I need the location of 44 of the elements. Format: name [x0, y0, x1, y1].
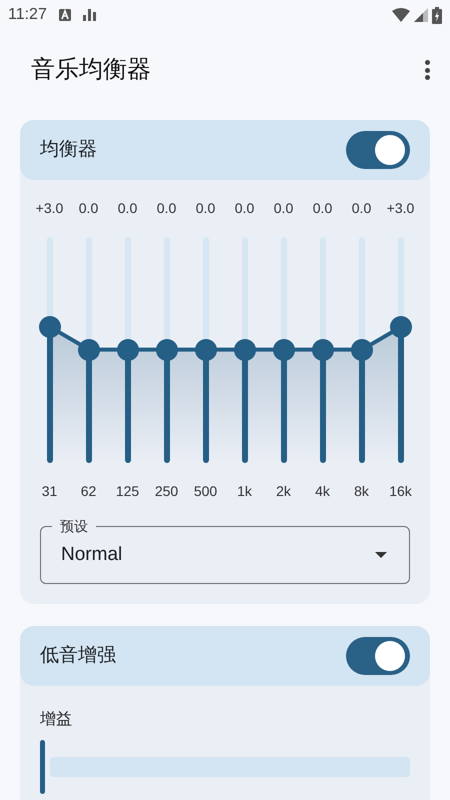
bars-icon	[82, 9, 96, 21]
band-gain-reading: +3.0	[386, 199, 416, 218]
wifi-icon	[392, 8, 410, 22]
band-gain-reading: 0.0	[272, 199, 294, 218]
band-frequency-label: 62	[80, 482, 98, 501]
band-frequency-label: 2k	[275, 482, 292, 501]
band-frequency-label: 125	[114, 482, 140, 501]
band-frequency-label: 31	[40, 482, 58, 501]
slider-thumb[interactable]	[116, 339, 138, 361]
band-gain-reading: +3.0	[34, 199, 64, 218]
slider-thumb[interactable]	[40, 740, 45, 794]
band-gain-reading: 0.0	[78, 199, 100, 218]
slider-thumb[interactable]	[350, 339, 372, 361]
toggle-switch[interactable]	[346, 637, 410, 675]
slider-thumb[interactable]	[194, 339, 216, 361]
battery-icon	[432, 6, 442, 24]
gain-slider[interactable]	[40, 740, 410, 794]
slider-thumb[interactable]	[390, 316, 412, 338]
signal-icon	[414, 8, 428, 22]
section-title: 低音增强	[40, 644, 116, 668]
band-gain-reading: 0.0	[116, 199, 138, 218]
band-frequency-label: 1k	[236, 482, 253, 501]
band-gain-reading: 0.0	[194, 199, 216, 218]
slider-thumb[interactable]	[312, 339, 334, 361]
keyboard-letter-icon	[58, 9, 71, 21]
slider-thumb[interactable]	[272, 339, 294, 361]
band-gain-reading: 0.0	[234, 199, 256, 218]
band-frequency-label: 8k	[353, 482, 370, 501]
slider-thumb[interactable]	[234, 339, 256, 361]
band-frequency-label: 16k	[388, 482, 413, 501]
band-gain-reading: 0.0	[312, 199, 334, 218]
band-gain-reading: 0.0	[156, 199, 178, 218]
slider-thumb[interactable]	[156, 339, 178, 361]
band-frequency-label: 250	[154, 482, 180, 501]
dropdown-caret-icon	[375, 552, 387, 558]
band-gain-reading: 0.0	[350, 199, 372, 218]
app-title: 音乐均衡器	[31, 55, 151, 85]
status-time: 11:27	[8, 5, 47, 25]
section-title: 均衡器	[40, 138, 97, 162]
gain-label: 增益	[40, 711, 72, 728]
band-frequency-label: 500	[192, 482, 218, 501]
slider-thumb[interactable]	[38, 316, 60, 338]
band-frequency-label: 4k	[314, 482, 331, 501]
toggle-switch[interactable]	[346, 131, 410, 169]
